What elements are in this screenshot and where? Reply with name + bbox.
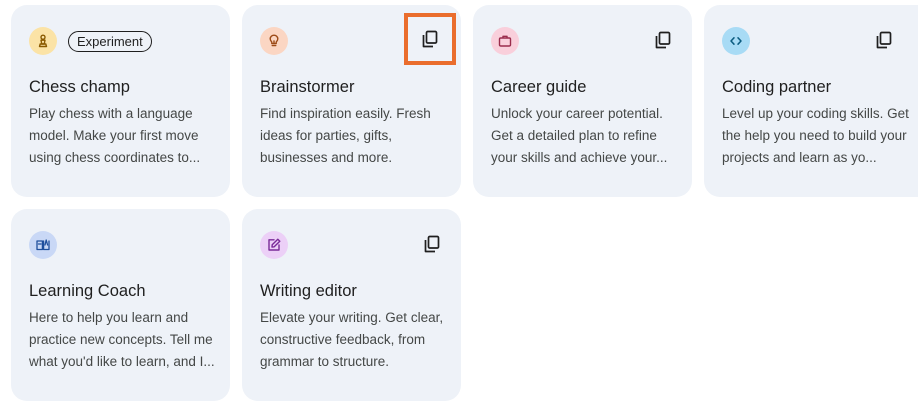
code-icon [722, 27, 750, 55]
gem-card-learning-coach[interactable]: Learning Coach Here to help you learn an… [11, 209, 230, 401]
card-description: Level up your coding skills. Get the hel… [722, 106, 909, 165]
card-title: Coding partner [722, 78, 832, 96]
copy-icon [422, 30, 438, 48]
copy-button[interactable] [648, 25, 678, 55]
card-description: Here to help you learn and practice new … [29, 310, 215, 369]
card-title: Brainstormer [260, 78, 355, 96]
copy-icon [424, 235, 440, 253]
card-description: Elevate your writing. Get clear, constru… [260, 310, 444, 369]
copy-button[interactable] [404, 13, 456, 65]
card-title: Learning Coach [29, 282, 146, 300]
gem-card-coding-partner[interactable]: Coding partner Level up your coding skil… [704, 5, 918, 197]
lightbulb-icon [260, 27, 288, 55]
edit-icon [260, 231, 288, 259]
card-header: Experiment [29, 27, 212, 55]
chess-pawn-icon [29, 27, 57, 55]
card-description: Find inspiration easily. Fresh ideas for… [260, 106, 431, 165]
copy-button[interactable] [869, 25, 899, 55]
copy-icon [876, 31, 892, 49]
card-description: Unlock your career potential. Get a deta… [491, 106, 668, 165]
gem-card-career-guide[interactable]: Career guide Unlock your career potentia… [473, 5, 692, 197]
card-description: Play chess with a language model. Make y… [29, 106, 201, 165]
card-title: Career guide [491, 78, 587, 96]
copy-button[interactable] [417, 229, 447, 259]
card-header [722, 27, 900, 55]
card-header [491, 27, 674, 55]
card-header [260, 231, 443, 259]
card-header [29, 231, 212, 259]
gem-card-chess-champ[interactable]: Experiment Chess champ Play chess with a… [11, 5, 230, 197]
copy-icon [655, 31, 671, 49]
experiment-badge: Experiment [68, 30, 152, 52]
gem-grid: Experiment Chess champ Play chess with a… [0, 0, 918, 401]
card-title: Chess champ [29, 78, 130, 96]
card-header [260, 13, 456, 65]
book-icon [29, 231, 57, 259]
gem-card-writing-editor[interactable]: Writing editor Elevate your writing. Get… [242, 209, 461, 401]
gem-card-brainstormer[interactable]: Brainstormer Find inspiration easily. Fr… [242, 5, 461, 197]
card-title: Writing editor [260, 282, 357, 300]
briefcase-icon [491, 27, 519, 55]
